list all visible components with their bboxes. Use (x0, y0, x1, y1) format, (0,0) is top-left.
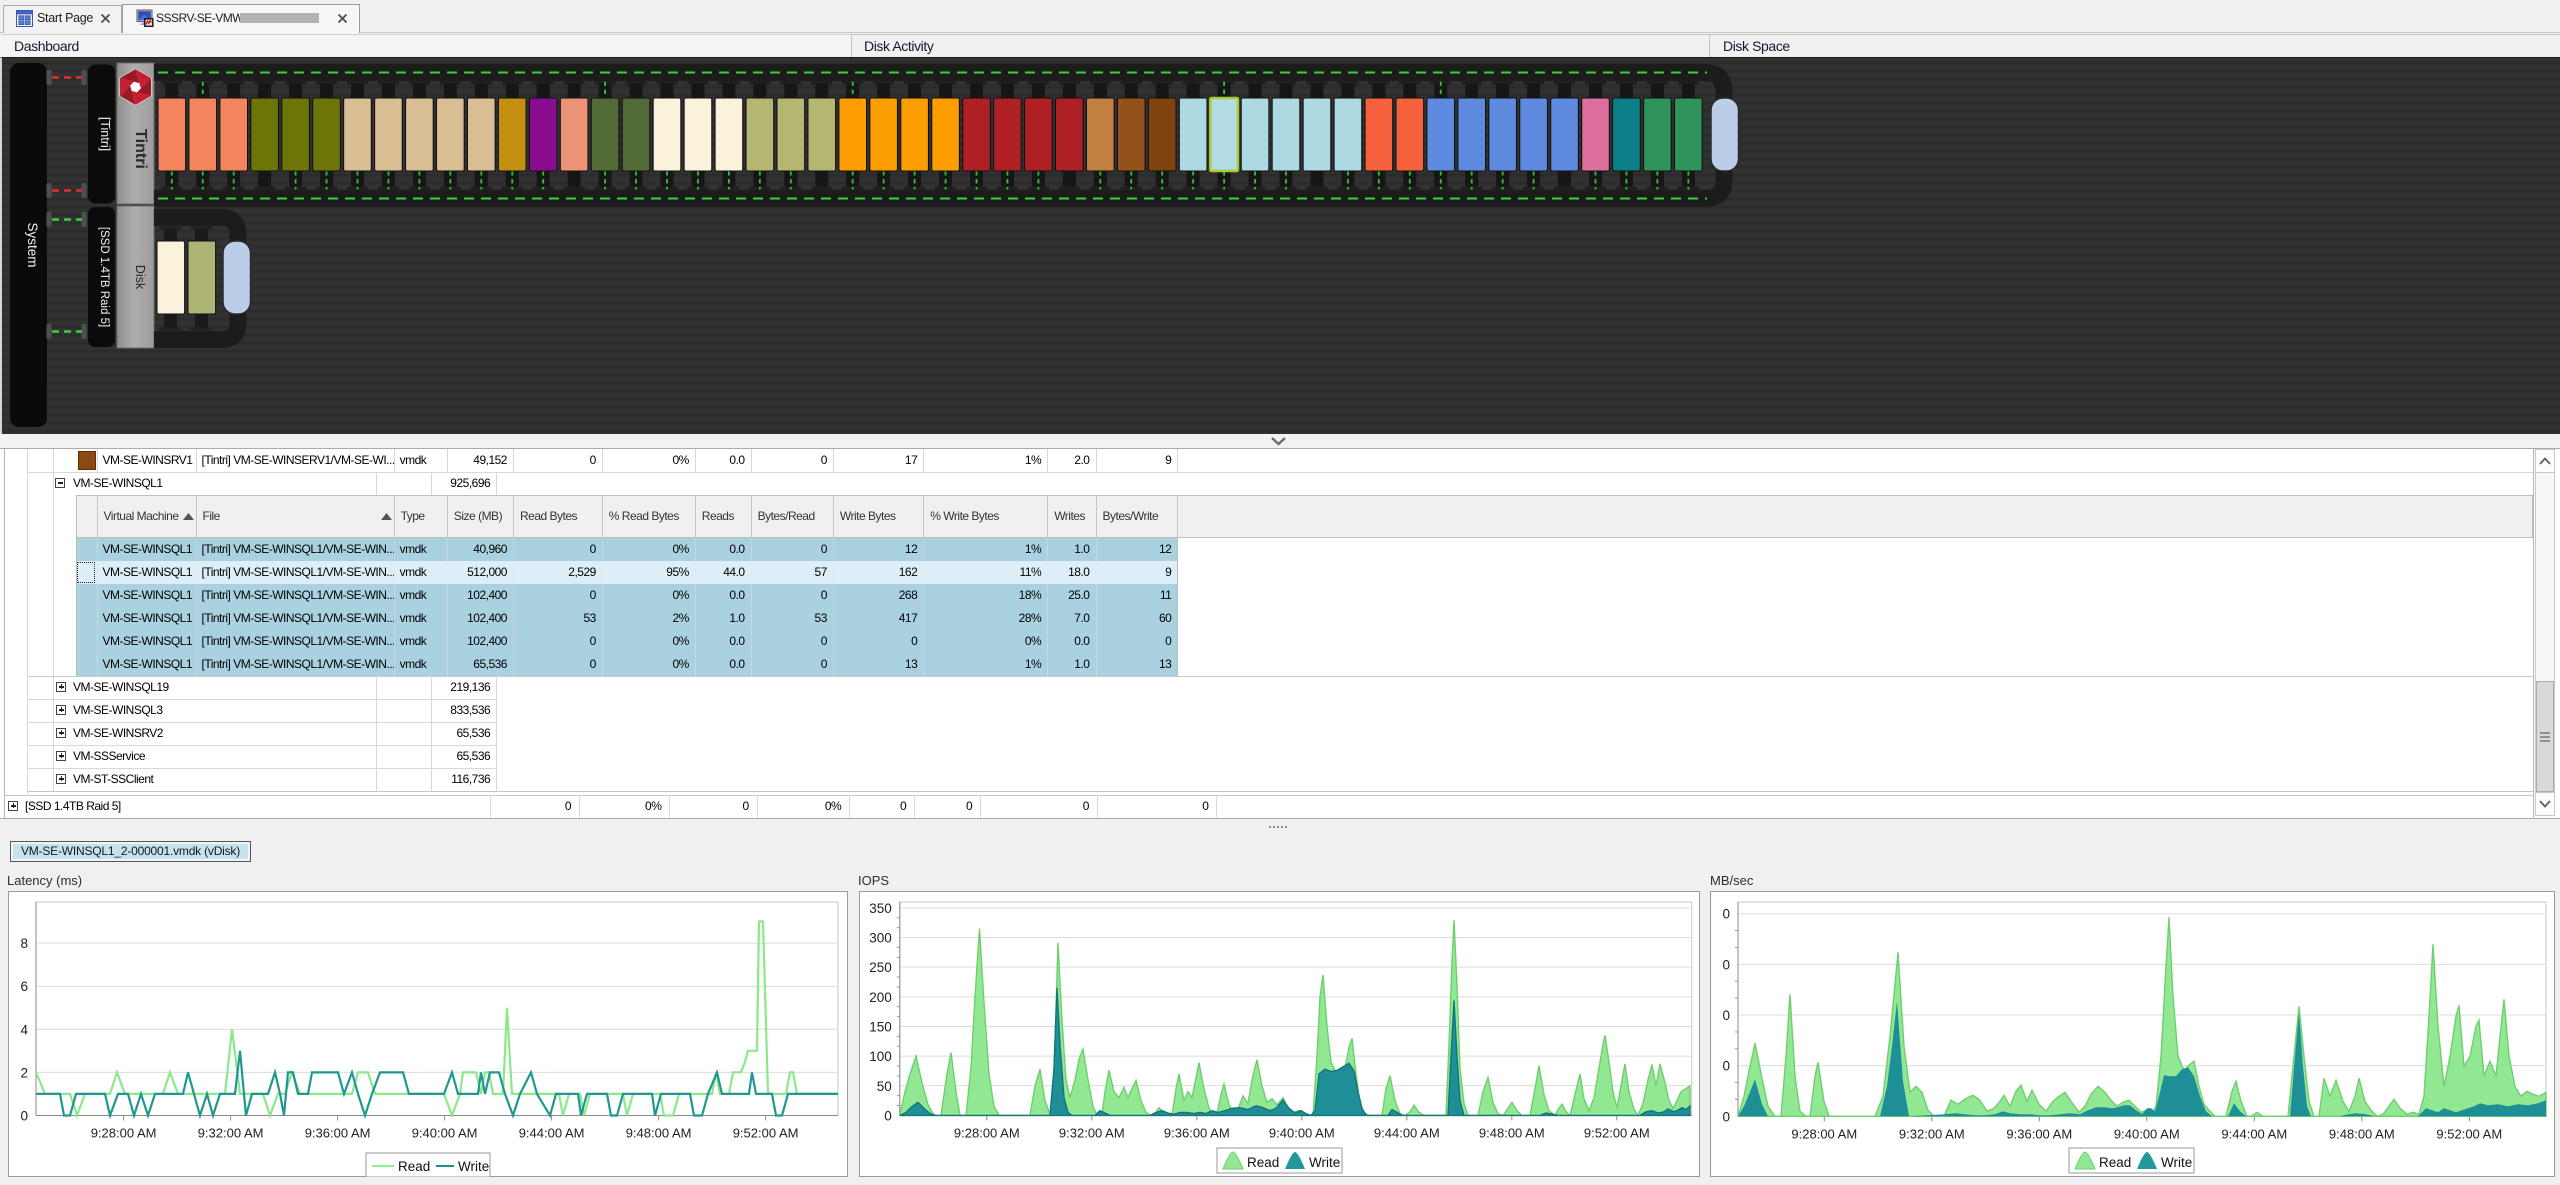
svg-text:9:36:00 AM: 9:36:00 AM (1164, 1125, 1230, 1140)
svg-text:Read: Read (1247, 1155, 1279, 1170)
svg-text:350: 350 (869, 901, 892, 916)
svg-text:9:28:00 AM: 9:28:00 AM (954, 1125, 1020, 1140)
svg-text:9:44:00 AM: 9:44:00 AM (1374, 1125, 1440, 1140)
svg-text:9:28:00 AM: 9:28:00 AM (91, 1126, 157, 1141)
svg-text:Write: Write (2161, 1155, 2192, 1170)
svg-text:9:52:00 AM: 9:52:00 AM (2436, 1126, 2502, 1141)
svg-text:2: 2 (20, 1065, 28, 1080)
svg-text:0: 0 (1722, 1008, 1730, 1023)
svg-text:Read: Read (2099, 1155, 2131, 1170)
svg-text:9:40:00 AM: 9:40:00 AM (1269, 1125, 1335, 1140)
svg-text:9:32:00 AM: 9:32:00 AM (1899, 1126, 1965, 1141)
svg-text:9:44:00 AM: 9:44:00 AM (519, 1126, 585, 1141)
svg-text:9:36:00 AM: 9:36:00 AM (305, 1126, 371, 1141)
svg-text:9:52:00 AM: 9:52:00 AM (1584, 1125, 1650, 1140)
svg-text:4: 4 (20, 1022, 28, 1037)
svg-text:Tintri: Tintri (132, 129, 149, 169)
svg-text:200: 200 (869, 990, 892, 1005)
svg-text:0: 0 (1722, 1109, 1730, 1124)
svg-text:9:48:00 AM: 9:48:00 AM (1479, 1125, 1545, 1140)
svg-text:9:36:00 AM: 9:36:00 AM (2006, 1126, 2072, 1141)
svg-text:8: 8 (20, 936, 28, 951)
svg-text:50: 50 (877, 1079, 892, 1094)
svg-text:9:32:00 AM: 9:32:00 AM (198, 1126, 264, 1141)
svg-text:9:32:00 AM: 9:32:00 AM (1059, 1125, 1125, 1140)
svg-text:System: System (25, 222, 40, 267)
svg-text:0: 0 (20, 1109, 28, 1124)
svg-text:9:52:00 AM: 9:52:00 AM (733, 1126, 799, 1141)
svg-text:9:40:00 AM: 9:40:00 AM (2114, 1126, 2180, 1141)
svg-text:Write: Write (458, 1159, 489, 1174)
svg-text:9:48:00 AM: 9:48:00 AM (2329, 1126, 2395, 1141)
svg-text:9:40:00 AM: 9:40:00 AM (412, 1126, 478, 1141)
svg-text:150: 150 (869, 1019, 892, 1034)
svg-text:Disk: Disk (133, 265, 147, 290)
svg-text:[Tintri]: [Tintri] (98, 117, 112, 151)
svg-text:9:44:00 AM: 9:44:00 AM (2221, 1126, 2287, 1141)
svg-text:Read: Read (398, 1159, 430, 1174)
svg-text:9:28:00 AM: 9:28:00 AM (1791, 1126, 1857, 1141)
svg-text:Write: Write (1309, 1155, 1340, 1170)
svg-text:300: 300 (869, 931, 892, 946)
svg-text:250: 250 (869, 960, 892, 975)
svg-text:100: 100 (869, 1049, 892, 1064)
svg-text:0: 0 (1722, 1059, 1730, 1074)
svg-text:0: 0 (1722, 907, 1730, 922)
svg-text:6: 6 (20, 979, 28, 994)
svg-text:[SSD 1.4TB Raid 5]: [SSD 1.4TB Raid 5] (98, 227, 110, 327)
svg-text:0: 0 (884, 1108, 892, 1123)
svg-text:9:48:00 AM: 9:48:00 AM (626, 1126, 692, 1141)
svg-text:0: 0 (1722, 957, 1730, 972)
